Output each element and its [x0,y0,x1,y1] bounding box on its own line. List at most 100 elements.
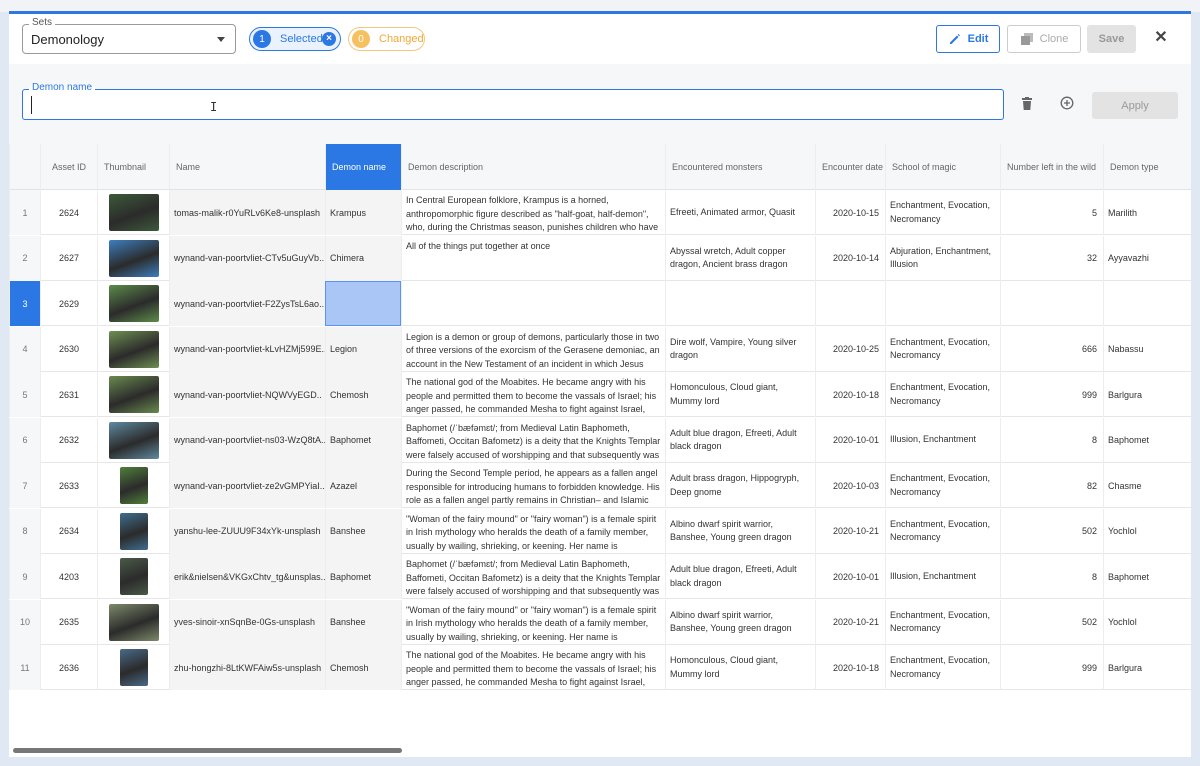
thumbnail-cell[interactable] [97,645,169,690]
number-left-cell[interactable]: 5 [1000,190,1103,235]
demon-name-cell[interactable]: Chimera [325,235,401,281]
table-row[interactable]: 9 4203 erik&nielsen&VKGxChtv_tg&unsplas.. B… [9,554,1191,599]
close-icon[interactable]: ✕ [1153,30,1169,46]
encounter-date-cell[interactable]: 2020-10-21 [815,599,885,645]
encountered-monsters-cell[interactable] [665,281,815,326]
table-row[interactable]: 11 2636 zhu-hongzhi-8LtKWFAiw5s-unsplash Ch… [9,645,1191,690]
thumbnail-cell[interactable] [97,554,169,599]
demon-name-cell[interactable]: Baphomet [325,554,401,599]
clone-button[interactable]: Clone [1007,25,1081,53]
name-cell[interactable]: wynand-van-poortvliet-kLvHZMj599E.. [169,326,325,372]
demon-name-cell[interactable]: Krampus [325,190,401,235]
asset-id-cell[interactable]: 2631 [40,372,97,417]
encountered-monsters-header[interactable]: Encountered monsters [665,144,815,190]
table-row[interactable]: 10 2635 yves-sinoir-xnSqnBe-0Gs-unsplash Ba… [9,599,1191,645]
number-left-cell[interactable]: 999 [1000,372,1103,417]
asset-id-cell[interactable]: 4203 [40,554,97,599]
asset-id-cell[interactable]: 2630 [40,326,97,372]
name-cell[interactable]: yanshu-lee-ZUUU9F34xYk-unsplash [169,508,325,554]
demon-description-cell[interactable]: The national god of the Moabites. He bec… [401,645,665,690]
encountered-monsters-cell[interactable]: Dire wolf, Vampire, Young silver dragon [665,326,815,372]
number-left-cell[interactable]: 8 [1000,417,1103,463]
table-row[interactable]: 3 2629 wynand-van-poortvliet-F2ZysTsL6ao.. [9,281,1191,326]
table-row[interactable]: 5 2631 wynand-van-poortvliet-NQWVyEGD.. Che… [9,372,1191,417]
encounter-date-header[interactable]: Encounter date [815,144,885,190]
changed-chip[interactable]: 0 Changed [348,27,425,51]
asset-id-cell[interactable]: 2627 [40,235,97,281]
row-number[interactable]: 8 [9,508,40,554]
name-cell[interactable]: zhu-hongzhi-8LtKWFAiw5s-unsplash [169,645,325,690]
demon-type-cell[interactable]: Barlgura [1103,645,1191,690]
demon-description-cell[interactable]: During the Second Temple period, he appe… [401,463,665,508]
name-cell[interactable]: erik&nielsen&VKGxChtv_tg&unsplas.. [169,554,325,599]
encounter-date-cell[interactable] [815,281,885,326]
thumbnail-cell[interactable] [97,281,169,326]
demon-name-header[interactable]: Demon name [325,144,401,190]
demon-name-cell[interactable]: Banshee [325,508,401,554]
selected-chip[interactable]: 1 Selected × [249,27,341,51]
number-left-cell[interactable]: 502 [1000,508,1103,554]
demon-type-cell[interactable]: Yochlol [1103,508,1191,554]
school-of-magic-cell[interactable]: Enchantment, Evocation, Necromancy [885,599,1000,645]
row-number-header[interactable] [9,144,40,190]
number-left-cell[interactable]: 8 [1000,554,1103,599]
name-cell[interactable]: yves-sinoir-xnSqnBe-0Gs-unsplash [169,599,325,645]
row-number[interactable]: 5 [9,372,40,417]
asset-id-cell[interactable]: 2634 [40,508,97,554]
demon-name-cell[interactable]: Legion [325,326,401,372]
number-left-cell[interactable]: 32 [1000,235,1103,281]
asset-id-cell[interactable]: 2636 [40,645,97,690]
row-number[interactable]: 1 [9,190,40,235]
thumbnail-cell[interactable] [97,599,169,645]
encounter-date-cell[interactable]: 2020-10-25 [815,326,885,372]
demon-type-cell[interactable]: Chasme [1103,463,1191,508]
sets-select[interactable]: Sets Demonology [22,17,236,54]
table-row[interactable]: 2 2627 wynand-van-poortvliet-CTv5uGuyVb.. C… [9,235,1191,281]
table-row[interactable]: 1 2624 tomas-malik-r0YuRLv6Ke8-unsplash Kra… [9,190,1191,235]
name-cell[interactable]: wynand-van-poortvliet-F2ZysTsL6ao.. [169,281,325,326]
demon-name-cell[interactable]: Chemosh [325,372,401,417]
thumbnail-header[interactable]: Thumbnail [97,144,169,190]
name-header[interactable]: Name [169,144,325,190]
demon-type-cell[interactable]: Nabassu [1103,326,1191,372]
school-of-magic-cell[interactable]: Illusion, Enchantment [885,417,1000,463]
table-row[interactable]: 7 2633 wynand-van-poortvliet-ze2vGMPYiaI..… [9,463,1191,508]
school-of-magic-cell[interactable]: Enchantment, Evocation, Necromancy [885,190,1000,235]
encountered-monsters-cell[interactable]: Adult blue dragon, Efreeti, Adult black … [665,417,815,463]
demon-type-cell[interactable]: Ayyavazhi [1103,235,1191,281]
school-of-magic-cell[interactable]: Enchantment, Evocation, Necromancy [885,463,1000,508]
asset-id-cell[interactable]: 2624 [40,190,97,235]
demon-name-cell[interactable] [325,281,401,326]
encounter-date-cell[interactable]: 2020-10-14 [815,235,885,281]
encounter-date-cell[interactable]: 2020-10-15 [815,190,885,235]
edit-button[interactable]: Edit [936,25,1000,53]
row-number[interactable]: 9 [9,554,40,599]
demon-description-cell[interactable]: "Woman of the fairy mound" or "fairy wom… [401,599,665,645]
demon-name-cell[interactable]: Chemosh [325,645,401,690]
thumbnail-cell[interactable] [97,417,169,463]
encountered-monsters-cell[interactable]: Homonculous, Cloud giant, Mummy lord [665,645,815,690]
thumbnail-cell[interactable] [97,235,169,281]
thumbnail-cell[interactable] [97,326,169,372]
demon-type-cell[interactable]: Barlgura [1103,372,1191,417]
table-row[interactable]: 8 2634 yanshu-lee-ZUUU9F34xYk-unsplash Bans… [9,508,1191,554]
school-of-magic-cell[interactable]: Enchantment, Evocation, Necromancy [885,508,1000,554]
demon-description-cell[interactable]: The national god of the Moabites. He bec… [401,372,665,417]
demon-type-cell[interactable]: Baphomet [1103,417,1191,463]
encountered-monsters-cell[interactable]: Albino dwarf spirit warrior, Banshee, Yo… [665,508,815,554]
school-of-magic-cell[interactable]: Abjuration, Enchantment, Illusion [885,235,1000,281]
asset-id-cell[interactable]: 2629 [40,281,97,326]
thumbnail-cell[interactable] [97,463,169,508]
school-of-magic-cell[interactable]: Enchantment, Evocation, Necromancy [885,326,1000,372]
encountered-monsters-cell[interactable]: Abyssal wretch, Adult copper dragon, Anc… [665,235,815,281]
demon-name-cell[interactable]: Banshee [325,599,401,645]
add-circle-icon[interactable] [1060,96,1074,110]
number-left-header[interactable]: Number left in the wild [1000,144,1103,190]
encounter-date-cell[interactable]: 2020-10-01 [815,554,885,599]
row-number[interactable]: 10 [9,599,40,645]
number-left-cell[interactable]: 666 [1000,326,1103,372]
school-of-magic-cell[interactable]: Illusion, Enchantment [885,554,1000,599]
number-left-cell[interactable] [1000,281,1103,326]
encounter-date-cell[interactable]: 2020-10-03 [815,463,885,508]
demon-description-cell[interactable] [401,281,665,326]
